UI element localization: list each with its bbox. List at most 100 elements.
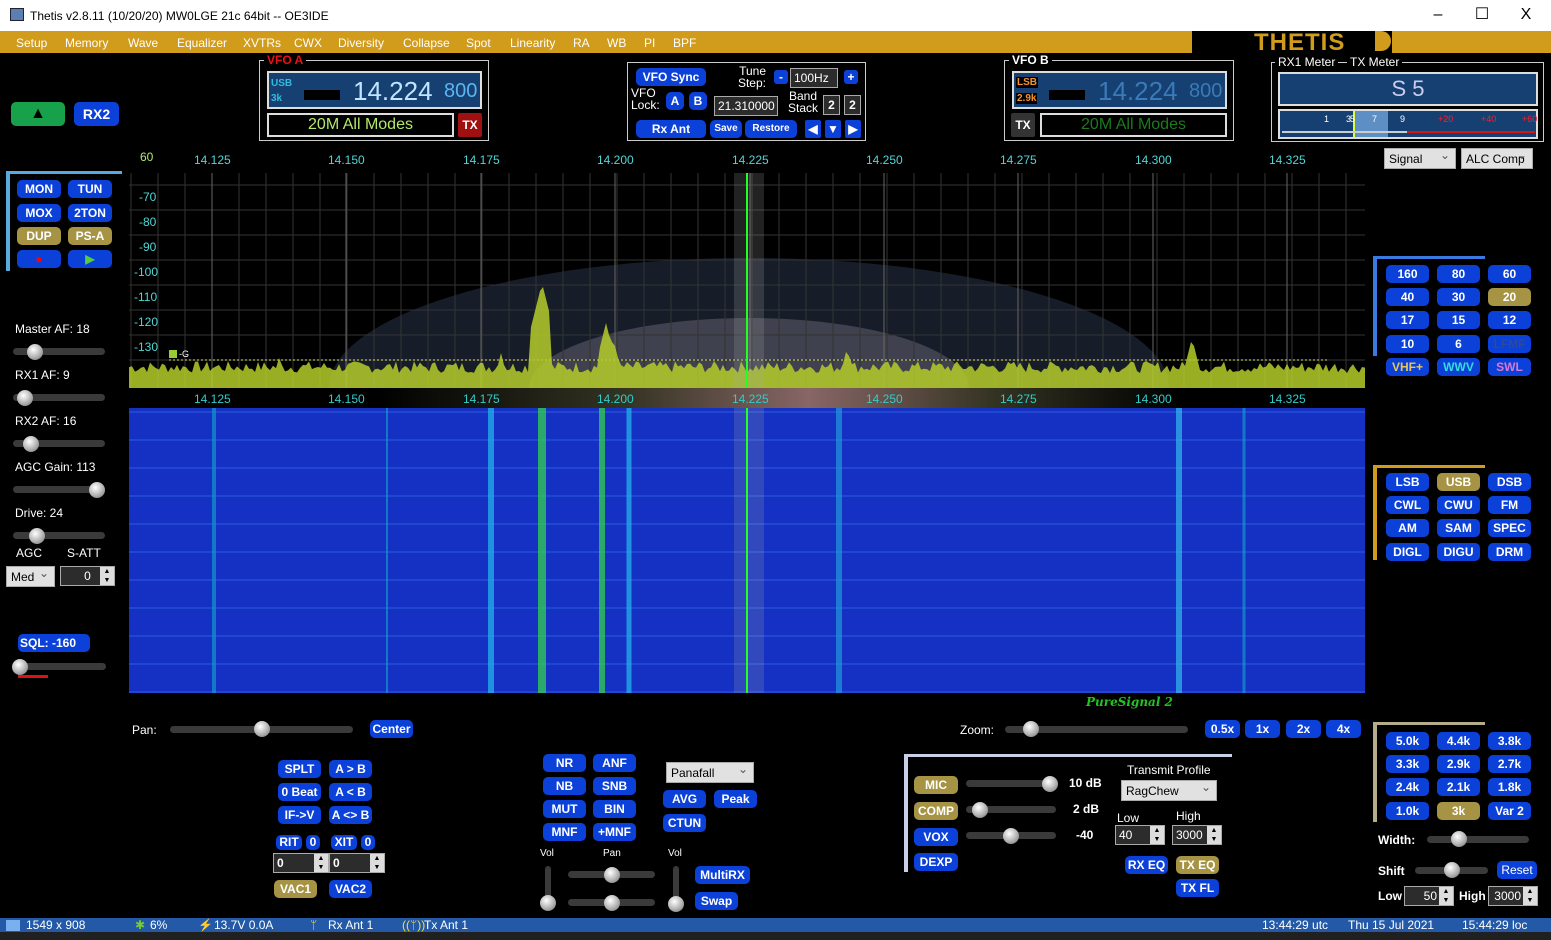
vfo-lock-a[interactable]: A [666,92,684,110]
avg-button[interactable]: AVG [663,790,706,808]
pan-knob[interactable] [254,721,270,737]
band-swl[interactable]: SWL [1488,357,1531,376]
mic-button[interactable]: MIC [914,776,958,794]
band-wwv[interactable]: WWV [1437,357,1480,376]
mode-spec[interactable]: SPEC [1488,519,1531,538]
band-next-button[interactable]: ▶ [845,120,861,138]
tx-antenna-status[interactable]: Tx Ant 1 [424,918,468,932]
vfo-b-display[interactable]: LSB 2.9k 14.224 800 [1012,71,1227,109]
mic-knob[interactable] [1042,776,1058,792]
0-beat-button[interactable]: 0 Beat [278,783,321,801]
ps-a-button[interactable]: PS-A [68,227,112,245]
master-afknob[interactable] [27,344,44,360]
mode-usb[interactable]: USB [1437,473,1480,491]
width-knob[interactable] [1451,831,1467,847]
a-b-button[interactable]: A <> B [329,806,372,824]
vfo-a-tx-button[interactable]: TX [458,113,482,137]
if-v-button[interactable]: IF->V [278,806,321,824]
cpu-status[interactable]: 6% [150,918,167,932]
splt-button[interactable]: SPLT [278,760,321,778]
close-button[interactable]: X [1506,5,1546,25]
power-button[interactable]: ▲ [11,102,65,126]
tune-step-plus[interactable]: + [844,70,858,84]
center-button[interactable]: Center [370,720,413,738]
mode-cwl[interactable]: CWL [1386,496,1429,515]
vac2-button[interactable]: VAC2 [329,880,372,898]
tx-fl-button[interactable]: TX FL [1176,879,1219,897]
mode-am[interactable]: AM [1386,519,1429,538]
filter-low-input[interactable]: 50 ▲ ▼ [1404,886,1454,906]
nb-button[interactable]: NB [543,777,586,795]
band-15[interactable]: 15 [1437,311,1480,330]
ctun-button[interactable]: CTUN [663,814,706,832]
agc-select[interactable]: Med [6,566,55,587]
driveknob[interactable] [29,528,45,544]
lock-frequency[interactable]: 21.310000 [714,96,778,116]
menu-wb[interactable]: WB [607,36,626,50]
menu-memory[interactable]: Memory [65,36,108,50]
filter-high-input[interactable]: 3000 ▲ ▼ [1488,886,1538,906]
menu-bpf[interactable]: BPF [673,36,696,50]
snb-button[interactable]: SNB [593,777,636,795]
rx1-pan-knob[interactable] [604,867,620,883]
menu-setup[interactable]: Setup [16,36,47,50]
peak-button[interactable]: Peak [714,790,757,808]
transmit-profile-select[interactable]: RagChew [1121,780,1217,801]
zoom-0-5x-button[interactable]: 0.5x [1205,720,1240,738]
display-mode-select[interactable]: Panafall [666,762,754,783]
bin-button[interactable]: BIN [593,800,636,818]
rx2-pan-knob[interactable] [604,895,620,911]
filter-1-8k[interactable]: 1.8k [1488,778,1531,797]
menu-spot[interactable]: Spot [466,36,491,50]
vfo-lock-b[interactable]: B [689,92,707,110]
comp-knob[interactable] [972,802,988,818]
band-stack-1[interactable]: 2 [823,95,840,115]
vfo-a-display[interactable]: USB 3k 14.224 800 [267,71,482,109]
filter-3-3k[interactable]: 3.3k [1386,755,1429,774]
vox-knob[interactable] [1003,828,1019,844]
filter-3k[interactable]: 3k [1437,801,1480,820]
rx1-afknob[interactable] [17,390,33,406]
band-12[interactable]: 12 [1488,311,1531,330]
mox-button[interactable]: MOX [17,203,61,222]
filter-3-8k[interactable]: 3.8k [1488,732,1531,750]
sql-knob[interactable] [12,659,28,675]
mode-lsb[interactable]: LSB [1386,473,1429,491]
rx-eq-button[interactable]: RX EQ [1125,856,1168,874]
band-40[interactable]: 40 [1386,288,1429,307]
mode-sam[interactable]: SAM [1437,519,1480,538]
restore-button[interactable]: Restore [745,120,797,138]
vox-button[interactable]: VOX [914,828,958,846]
band-20[interactable]: 20 [1488,288,1531,307]
dexp-button[interactable]: DEXP [914,853,958,871]
2ton-button[interactable]: 2TON [68,203,112,222]
menu-ra[interactable]: RA [573,36,590,50]
tune-step-value[interactable]: 100Hz [790,68,838,88]
rx2-button[interactable]: RX2 [74,102,119,126]
agc-gainknob[interactable] [89,482,105,498]
filter-2-1k[interactable]: 2.1k [1437,778,1480,797]
record-button[interactable]: ● [17,250,61,268]
band-10[interactable]: 10 [1386,334,1429,353]
satt-input[interactable]: 0 ▲ ▼ [60,566,115,586]
save-button[interactable]: Save [710,120,742,138]
xit-value-button[interactable]: 0 [361,835,375,850]
menu-linearity[interactable]: Linearity [510,36,555,50]
voltage-status[interactable]: 13.7V 0.0A [214,918,273,932]
zoom-4x-button[interactable]: 4x [1326,720,1361,738]
rit-value-button[interactable]: 0 [306,835,320,850]
menu-pi[interactable]: PI [644,36,655,50]
mode-dsb[interactable]: DSB [1488,473,1531,491]
play-button[interactable]: ▶ [68,250,112,268]
multirx-button[interactable]: MultiRX [695,866,750,884]
band-17[interactable]: 17 [1386,311,1429,330]
swap-button[interactable]: Swap [695,892,738,910]
band-prev-button[interactable]: ◀ [805,120,821,138]
reset-button[interactable]: Reset [1497,861,1537,879]
maximize-button[interactable]: ☐ [1462,5,1502,25]
comp-button[interactable]: COMP [914,802,958,820]
rx-antenna-status[interactable]: Rx Ant 1 [328,918,373,932]
filter-5-0k[interactable]: 5.0k [1386,732,1429,750]
xit-input[interactable]: 0 ▲ ▼ [329,853,385,873]
filter-1-0k[interactable]: 1.0k [1386,801,1429,820]
